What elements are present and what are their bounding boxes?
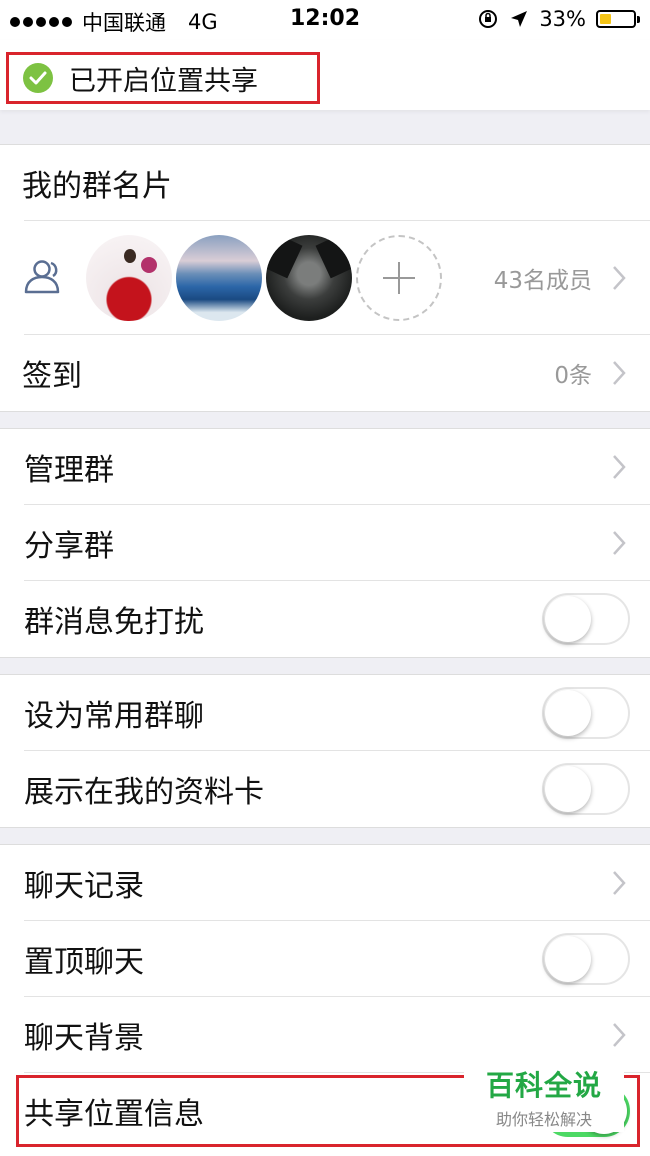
battery-fill bbox=[600, 14, 611, 24]
status-bar: 中国联通 4G 12:02 33% bbox=[0, 0, 650, 40]
chevron-right-icon bbox=[612, 529, 628, 557]
group-manage-section: 管理群 分享群 群消息免打扰 bbox=[0, 428, 650, 658]
chat-history-label: 聊天记录 bbox=[24, 869, 144, 904]
my-group-card-label: 我的群名片 bbox=[22, 169, 172, 204]
mute-notifications-toggle[interactable] bbox=[542, 593, 630, 645]
share-group-label: 分享群 bbox=[24, 529, 114, 564]
check-circle-icon bbox=[23, 63, 53, 93]
group-info-section: 我的群名片 43名成员 签到 0条 bbox=[0, 144, 650, 412]
pin-chat-label: 置顶聊天 bbox=[24, 945, 144, 980]
member-avatar[interactable] bbox=[266, 235, 352, 321]
manage-group-row[interactable]: 管理群 bbox=[0, 429, 650, 505]
chevron-right-icon bbox=[612, 1021, 628, 1049]
add-member-button[interactable] bbox=[356, 235, 442, 321]
show-on-card-label: 展示在我的资料卡 bbox=[24, 775, 264, 810]
watermark-subtitle: 助你轻松解决 bbox=[495, 1110, 592, 1129]
rotation-lock-icon bbox=[479, 10, 498, 28]
manage-group-label: 管理群 bbox=[24, 453, 114, 488]
location-sharing-banner: 已开启位置共享 bbox=[0, 40, 650, 110]
battery-percent: 33% bbox=[539, 7, 586, 31]
chat-background-label: 聊天背景 bbox=[24, 1021, 144, 1056]
mute-notifications-row: 群消息免打扰 bbox=[0, 581, 650, 657]
banner-text: 已开启位置共享 bbox=[69, 65, 258, 97]
member-count: 43名成员 bbox=[493, 268, 592, 294]
share-group-row[interactable]: 分享群 bbox=[0, 505, 650, 581]
watermark-title: 百科全说 bbox=[485, 1069, 602, 1102]
status-right: 33% bbox=[477, 7, 640, 31]
show-on-card-toggle[interactable] bbox=[542, 763, 630, 815]
location-arrow-icon bbox=[511, 11, 528, 27]
favorite-chat-row: 设为常用群聊 bbox=[0, 675, 650, 751]
checkin-label: 签到 bbox=[22, 359, 82, 394]
chat-history-row[interactable]: 聊天记录 bbox=[0, 845, 650, 921]
favorite-chat-label: 设为常用群聊 bbox=[24, 699, 204, 734]
chevron-right-icon bbox=[612, 359, 628, 387]
battery-icon bbox=[596, 10, 640, 28]
banner-highlight: 已开启位置共享 bbox=[6, 52, 320, 104]
pin-chat-toggle[interactable] bbox=[542, 933, 630, 985]
show-on-card-row: 展示在我的资料卡 bbox=[0, 751, 650, 827]
member-avatar[interactable] bbox=[176, 235, 262, 321]
checkin-row[interactable]: 签到 0条 bbox=[0, 335, 650, 411]
favorite-chat-toggle[interactable] bbox=[542, 687, 630, 739]
watermark-logo: 百科全说 助你轻松解决 bbox=[464, 1062, 624, 1132]
members-icon bbox=[24, 260, 60, 294]
plus-icon bbox=[383, 262, 415, 294]
pin-chat-row: 置顶聊天 bbox=[0, 921, 650, 997]
group-preferences-section: 设为常用群聊 展示在我的资料卡 bbox=[0, 674, 650, 828]
mute-notifications-label: 群消息免打扰 bbox=[24, 605, 204, 640]
checkin-count: 0条 bbox=[554, 363, 592, 389]
member-avatar[interactable] bbox=[86, 235, 172, 321]
chevron-right-icon bbox=[612, 264, 628, 292]
members-row[interactable]: 43名成员 bbox=[0, 221, 650, 335]
chevron-right-icon bbox=[612, 453, 628, 481]
my-group-card-row[interactable]: 我的群名片 bbox=[0, 145, 650, 221]
chevron-right-icon bbox=[612, 869, 628, 897]
